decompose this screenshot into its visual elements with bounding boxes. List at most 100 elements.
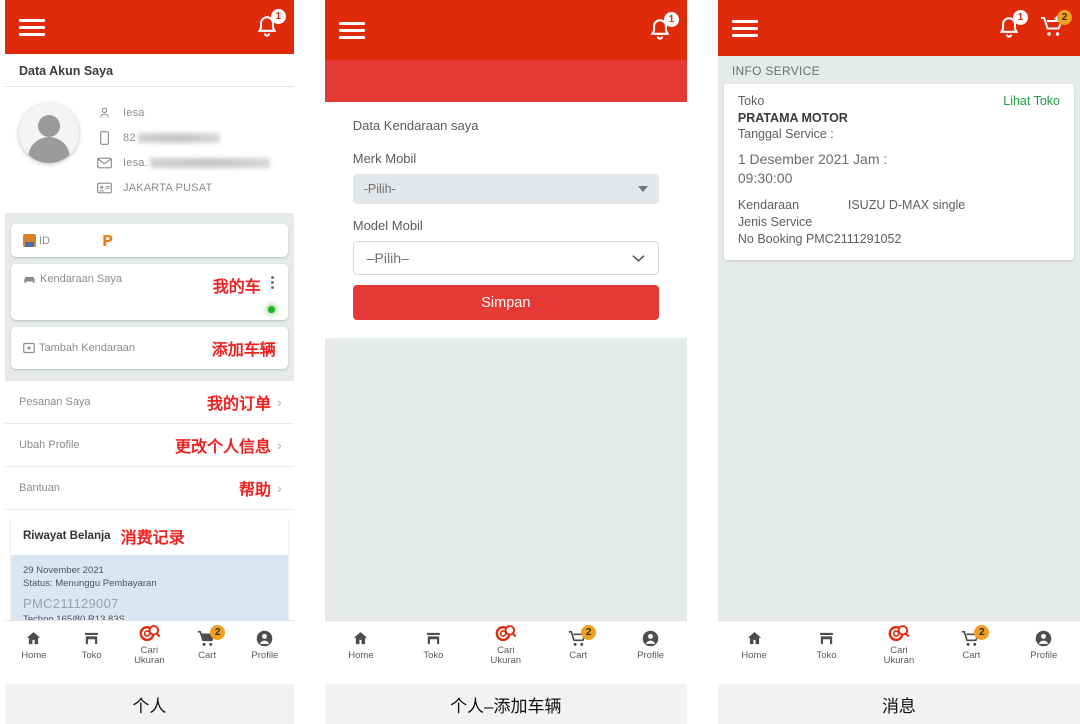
tab-cart[interactable]: 2 Cart — [178, 624, 236, 661]
tab-profile[interactable]: Profile — [614, 629, 686, 661]
tab-profile-label: Profile — [1030, 649, 1058, 661]
phone-screen-add-vehicle: 1 Data Kendaraan saya Merk Mobil -Pilih-… — [324, 0, 687, 668]
tab-cari-ukuran-label: Cari Ukuran — [883, 644, 915, 666]
mail-icon — [95, 157, 113, 169]
menu-row-orders[interactable]: Pesanan Saya 我的订单 › — [5, 381, 294, 424]
service-datetime-line1: 1 Desember 2021 Jam : — [737, 151, 888, 167]
my-vehicle-label: Kendaraan Saya — [40, 273, 122, 285]
jenis-service-label: Jenis Service — [737, 215, 813, 229]
tab-profile-label: Profile — [251, 649, 279, 661]
add-box-icon — [23, 342, 35, 354]
purchase-history-title: Riwayat Belanja — [23, 530, 111, 542]
bell-badge: 1 — [663, 12, 679, 27]
hamburger-icon[interactable] — [731, 19, 758, 37]
tab-cari-ukuran-label: Cari Ukuran — [490, 644, 522, 666]
bell-badge: 1 — [1013, 10, 1029, 25]
tab-home-label: Home — [741, 649, 767, 661]
app-header: 1 — [324, 0, 687, 60]
caption-panel-1: 个人 — [5, 684, 294, 724]
app-header: 1 2 — [717, 0, 1080, 56]
cart-header-badge: 2 — [1057, 10, 1073, 25]
tab-cari-ukuran-label: Cari Ukuran — [134, 644, 165, 666]
header-actions: 1 — [647, 12, 679, 43]
tab-home-label: Home — [21, 649, 47, 661]
menu-row-help-cn: 帮助 — [239, 482, 272, 499]
chevron-right-icon: › — [277, 480, 282, 496]
cart-badge: 2 — [210, 624, 226, 640]
lihat-toko-link[interactable]: Lihat Toko — [1003, 94, 1060, 108]
profile-summary: Iesa 82 Iesa. JAKARTA PUSAT — [5, 87, 294, 213]
panel-info-service: 1 2 INFO SERVICE Toko Lihat Toko PRATAMA… — [717, 0, 1080, 724]
home-icon — [25, 629, 42, 649]
bottom-tabbar: Home Toko Cari Ukuran 2 Cart Profile — [717, 620, 1080, 668]
merk-select[interactable]: -Pilih- — [352, 174, 659, 204]
tab-cari-ukuran[interactable]: Cari Ukuran — [121, 624, 179, 666]
tab-cart-label: Cart — [962, 649, 981, 661]
profile-email-row: Iesa. — [95, 153, 280, 172]
model-select[interactable]: –Pilih– — [352, 241, 659, 275]
id-label-group: ID — [23, 234, 50, 247]
tab-toko[interactable]: Toko — [63, 629, 121, 661]
tab-profile[interactable]: Profile — [1008, 629, 1080, 661]
caption-panel-3: 消息 — [717, 684, 1080, 724]
tab-toko[interactable]: Toko — [397, 629, 469, 661]
my-vehicle-label-group: Kendaraan Saya — [23, 273, 122, 285]
panel-profile: 1 Data Akun Saya Iesa 82 Iesa. JAKARTA P… — [5, 0, 294, 724]
tab-cart[interactable]: 2 Cart — [935, 624, 1007, 661]
menu-row-help[interactable]: Bantuan 帮助 › — [5, 467, 294, 510]
id-card[interactable]: ID P — [11, 224, 288, 257]
tab-profile[interactable]: Profile — [236, 629, 294, 661]
cart-icon: 2 — [961, 624, 990, 649]
save-button[interactable]: Simpan — [352, 285, 659, 320]
menu-row-edit-profile[interactable]: Ubah Profile 更改个人信息 › — [5, 424, 294, 467]
history-date: 29 November 2021 — [23, 565, 104, 576]
tab-cari-ukuran[interactable]: Cari Ukuran — [863, 624, 935, 666]
tab-home[interactable]: Home — [5, 629, 63, 661]
bell-icon[interactable]: 1 — [647, 12, 679, 43]
menu-row-orders-label: Pesanan Saya — [19, 396, 91, 408]
cart-icon: 2 — [197, 624, 226, 649]
service-info-card[interactable]: Toko Lihat Toko PRATAMA MOTOR Tanggal Se… — [723, 84, 1075, 260]
p-logo-icon: P — [102, 231, 113, 250]
hamburger-icon[interactable] — [338, 21, 365, 39]
header-actions: 1 — [254, 9, 286, 40]
bell-icon[interactable]: 1 — [996, 10, 1029, 41]
tire-search-icon — [139, 624, 160, 644]
tab-home[interactable]: Home — [325, 629, 397, 661]
person-icon — [95, 106, 113, 119]
phone-icon — [95, 130, 113, 145]
tab-cari-ukuran[interactable]: Cari Ukuran — [470, 624, 542, 666]
add-vehicle-card[interactable]: Tambah Kendaraan 添加车辆 — [11, 327, 288, 369]
my-vehicle-card[interactable]: Kendaraan Saya 我的车 — [11, 264, 288, 320]
hamburger-icon[interactable] — [19, 18, 45, 36]
store-icon — [83, 629, 100, 649]
bottom-tabbar: Home Toko Cari Ukuran 2 Cart Profile — [324, 620, 687, 668]
purchase-history-cn: 消费记录 — [120, 530, 185, 547]
mascot-icon — [23, 234, 36, 247]
bottom-tabbar: Home Toko Cari Ukuran 2 Cart Profile — [5, 620, 294, 668]
more-options-icon[interactable] — [261, 273, 276, 289]
tab-toko[interactable]: Toko — [790, 629, 862, 661]
tab-home[interactable]: Home — [718, 629, 790, 661]
cart-add-icon[interactable]: 2 — [1040, 10, 1073, 41]
app-header: 1 — [5, 0, 294, 54]
cards-section: ID P Kendaraan Saya 我的车 Tambah Kendaraan… — [5, 213, 294, 381]
store-icon — [425, 629, 442, 649]
bell-icon[interactable]: 1 — [254, 9, 286, 40]
page-title: Data Akun Saya — [5, 54, 294, 87]
avatar — [19, 103, 79, 163]
profile-phone: 82 — [123, 131, 136, 144]
tire-search-icon — [888, 624, 910, 644]
menu-row-edit-profile-cn: 更改个人信息 — [175, 439, 272, 456]
tab-cart[interactable]: 2 Cart — [542, 624, 614, 661]
panel-add-vehicle: 1 Data Kendaraan saya Merk Mobil -Pilih-… — [324, 0, 687, 724]
bell-badge: 1 — [270, 9, 286, 24]
screenshot-board: 1 Data Akun Saya Iesa 82 Iesa. JAKARTA P… — [0, 0, 1080, 724]
caret-down-icon — [637, 186, 648, 192]
section-title: INFO SERVICE — [731, 64, 820, 78]
my-vehicle-cn: 我的车 — [212, 279, 261, 296]
tab-toko-label: Toko — [816, 649, 837, 661]
profile-city-row: JAKARTA PUSAT — [95, 178, 280, 197]
redaction-email — [149, 157, 270, 168]
vehicle-form: Data Kendaraan saya Merk Mobil -Pilih- M… — [324, 102, 687, 338]
